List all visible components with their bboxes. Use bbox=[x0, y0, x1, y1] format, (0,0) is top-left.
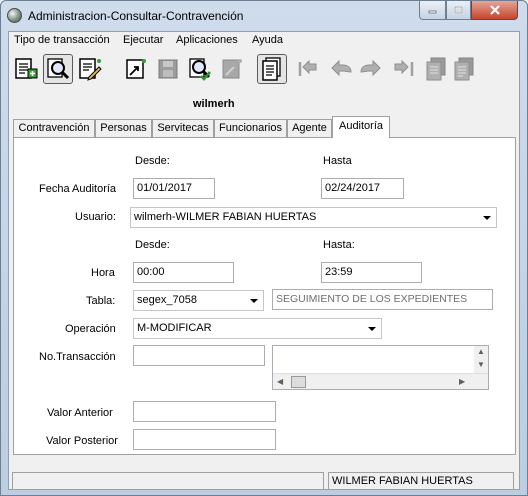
usuario-label: Usuario: bbox=[75, 211, 116, 223]
execute-check-icon bbox=[189, 58, 211, 81]
chevron-down-icon bbox=[250, 299, 258, 303]
edit-button[interactable] bbox=[75, 54, 105, 84]
minimize-icon bbox=[428, 10, 437, 14]
tabla-label: Tabla: bbox=[86, 295, 116, 307]
auditoria-panel: Desde: Hasta Fecha Auditoría 01/01/2017 … bbox=[13, 137, 516, 455]
close-icon bbox=[489, 5, 500, 15]
next-record-icon bbox=[360, 59, 381, 77]
transaccion-detalle-textarea[interactable]: ▲ ▼ ◀ ▶ bbox=[272, 345, 489, 390]
tab-funcionarios[interactable]: Funcionarios bbox=[214, 119, 287, 137]
valor-anterior-label: Valor Anterior bbox=[47, 407, 113, 419]
tabla-select-value: segex_7058 bbox=[137, 294, 197, 306]
print-button[interactable] bbox=[449, 54, 479, 84]
previous-record-button[interactable] bbox=[327, 54, 357, 84]
report-document-icon bbox=[262, 57, 281, 81]
scroll-up-icon[interactable]: ▲ bbox=[477, 347, 485, 356]
fecha-hasta-header: Hasta bbox=[323, 155, 352, 167]
maximize-icon bbox=[454, 6, 463, 14]
previous-record-icon bbox=[331, 59, 352, 77]
operacion-select-value: M-MODIFICAR bbox=[137, 322, 212, 334]
new-record-icon bbox=[15, 58, 38, 79]
status-user: WILMER FABIAN HUERTAS bbox=[328, 472, 514, 490]
hora-hasta-field[interactable]: 23:59 bbox=[321, 262, 422, 283]
valor-posterior-field[interactable] bbox=[133, 429, 276, 450]
first-record-icon bbox=[298, 59, 317, 76]
app-globe-icon bbox=[7, 8, 22, 23]
last-record-icon bbox=[394, 59, 414, 76]
application-window: Administracion-Consultar-Contravención T… bbox=[0, 0, 528, 496]
export-button[interactable] bbox=[121, 54, 151, 84]
menu-tipo-de-transaccion[interactable]: Tipo de transacción bbox=[14, 34, 110, 46]
tab-servitecas[interactable]: Servitecas bbox=[152, 119, 214, 137]
report-button[interactable] bbox=[257, 54, 287, 84]
usuario-select-value: wilmerh-WILMER FABIAN HUERTAS bbox=[134, 211, 317, 223]
menu-bar: Tipo de transacción Ejecutar Aplicacione… bbox=[9, 32, 519, 50]
operacion-select[interactable]: M-MODIFICAR bbox=[133, 318, 382, 339]
tab-personas[interactable]: Personas bbox=[95, 119, 152, 137]
execute-button[interactable] bbox=[185, 54, 215, 84]
fecha-hasta-field[interactable]: 02/24/2017 bbox=[321, 178, 404, 199]
hora-label: Hora bbox=[91, 267, 115, 279]
status-message bbox=[12, 472, 324, 490]
title-bar[interactable]: Administracion-Consultar-Contravención bbox=[1, 1, 527, 31]
scroll-right-icon[interactable]: ▶ bbox=[459, 377, 465, 386]
toolbar bbox=[11, 52, 519, 86]
first-record-button[interactable] bbox=[293, 54, 323, 84]
delete-button[interactable] bbox=[217, 54, 247, 84]
delete-icon bbox=[222, 59, 242, 79]
menu-ayuda[interactable]: Ayuda bbox=[252, 34, 283, 46]
menu-aplicaciones[interactable]: Aplicaciones bbox=[176, 34, 238, 46]
chevron-down-icon bbox=[483, 216, 491, 220]
horizontal-scrollbar[interactable]: ◀ ▶ bbox=[273, 373, 488, 389]
scroll-thumb[interactable] bbox=[291, 376, 306, 388]
export-icon bbox=[126, 59, 146, 79]
last-record-button[interactable] bbox=[389, 54, 419, 84]
menu-ejecutar[interactable]: Ejecutar bbox=[123, 34, 163, 46]
chevron-down-icon bbox=[368, 327, 376, 331]
copy-button[interactable] bbox=[421, 54, 451, 84]
scroll-left-icon[interactable]: ◀ bbox=[277, 377, 283, 386]
maximize-button[interactable] bbox=[446, 1, 471, 20]
edit-pencil-icon bbox=[79, 58, 102, 81]
copy-document-icon bbox=[426, 57, 446, 81]
save-disk-icon bbox=[158, 59, 178, 79]
print-document-icon bbox=[454, 57, 474, 81]
tab-auditoria[interactable]: Auditoría bbox=[332, 116, 390, 138]
tabla-descripcion-field: SEGUIMIENTO DE LOS EXPEDIENTES bbox=[272, 289, 493, 310]
fecha-desde-header: Desde: bbox=[135, 155, 170, 167]
valor-anterior-field[interactable] bbox=[133, 401, 276, 422]
new-record-button[interactable] bbox=[11, 54, 41, 84]
fecha-desde-field[interactable]: 01/01/2017 bbox=[133, 178, 215, 199]
tab-contravencion[interactable]: Contravención bbox=[13, 119, 95, 137]
save-button[interactable] bbox=[153, 54, 183, 84]
valor-posterior-label: Valor Posterior bbox=[46, 435, 118, 447]
no-transaccion-field[interactable] bbox=[133, 345, 265, 366]
tab-agente[interactable]: Agente bbox=[287, 119, 332, 137]
hora-desde-field[interactable]: 00:00 bbox=[133, 262, 234, 283]
no-transaccion-label: No.Transacción bbox=[39, 351, 116, 363]
vertical-scrollbar[interactable]: ▲ ▼ bbox=[474, 346, 488, 373]
minimize-button[interactable] bbox=[419, 1, 446, 20]
client-area: Tipo de transacción Ejecutar Aplicacione… bbox=[8, 31, 520, 490]
operacion-label: Operación bbox=[65, 323, 116, 335]
fecha-auditoria-label: Fecha Auditoría bbox=[39, 183, 117, 195]
search-query-button[interactable] bbox=[43, 54, 73, 84]
next-record-button[interactable] bbox=[355, 54, 385, 84]
window-title: Administracion-Consultar-Contravención bbox=[28, 9, 244, 23]
scroll-down-icon[interactable]: ▼ bbox=[477, 360, 485, 369]
hora-hasta-header: Hasta: bbox=[323, 239, 355, 251]
status-bar: WILMER FABIAN HUERTAS bbox=[12, 472, 518, 490]
tabla-select[interactable]: segex_7058 bbox=[133, 290, 264, 311]
search-query-icon bbox=[47, 58, 70, 80]
current-user-label: wilmerh bbox=[193, 98, 235, 110]
hora-desde-header: Desde: bbox=[135, 239, 170, 251]
close-button[interactable] bbox=[471, 1, 518, 20]
usuario-select[interactable]: wilmerh-WILMER FABIAN HUERTAS bbox=[130, 207, 497, 228]
